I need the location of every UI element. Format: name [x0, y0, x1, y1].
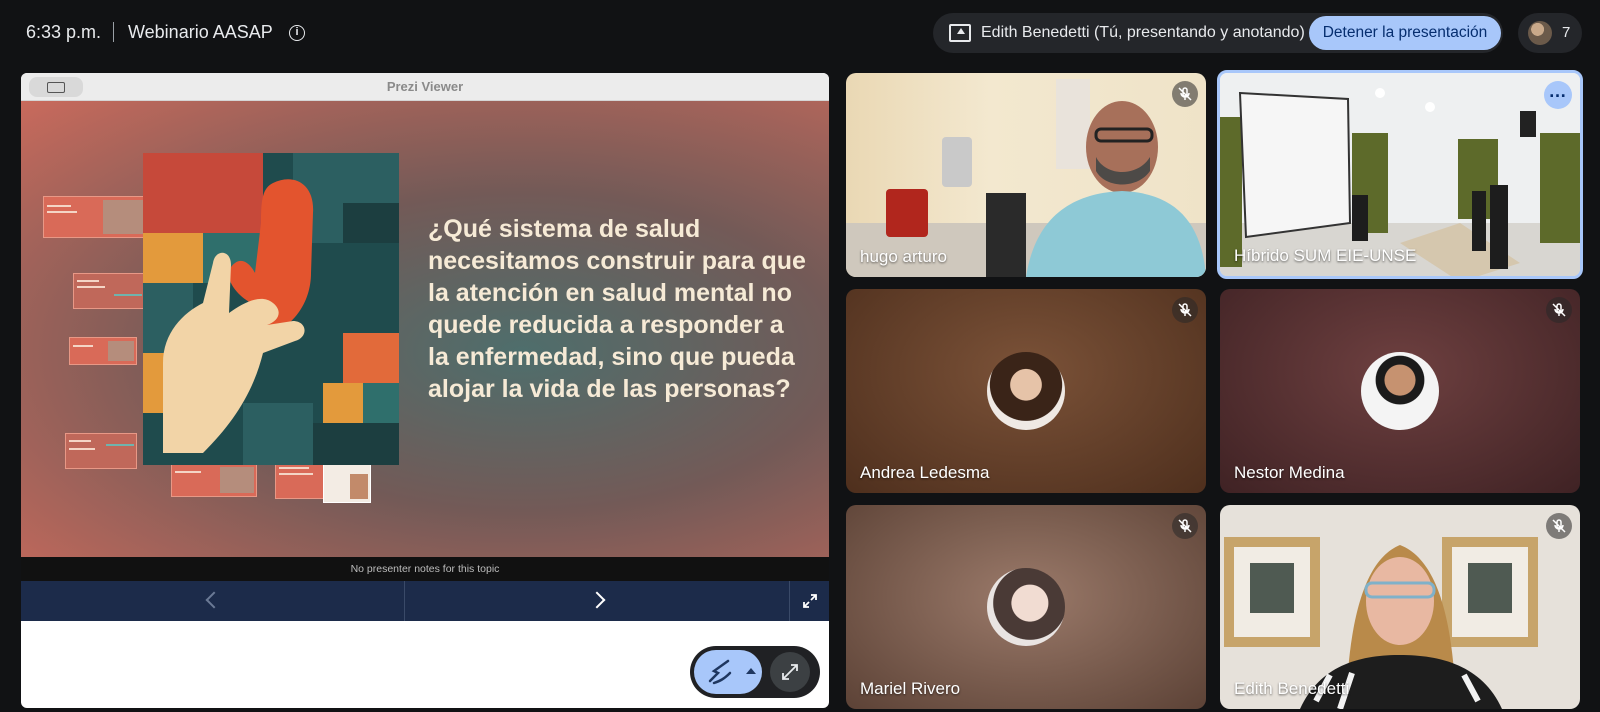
topic-thumbnail[interactable]: [171, 463, 257, 497]
present-screen-icon: [949, 24, 971, 42]
meeting-title: Webinario AASAP: [128, 22, 273, 42]
chevron-right-icon: [588, 591, 606, 609]
prezi-navigation-bar: [21, 581, 829, 621]
topic-thumbnail[interactable]: [43, 196, 147, 238]
mic-muted-indicator: [1546, 513, 1572, 539]
annotation-toolbar: [690, 646, 820, 698]
participant-tile[interactable]: Edith Benedetti: [1220, 505, 1580, 709]
stop-presenting-button[interactable]: Detener la presentación: [1309, 16, 1501, 50]
previous-slide-button[interactable]: [21, 581, 405, 621]
divider: [113, 22, 114, 42]
participant-name: Mariel Rivero: [860, 679, 961, 698]
participant-tile[interactable]: … Híbrido SUM EIE-UNSE: [1217, 70, 1583, 279]
mic-off-icon: [1178, 303, 1192, 317]
expand-arrows-icon: [782, 664, 798, 680]
participant-name: Nestor Medina: [1234, 463, 1345, 482]
pen-icon: [708, 659, 732, 685]
prezi-title-bar: Prezi Viewer: [21, 73, 829, 101]
participant-name: Edith Benedetti: [1234, 679, 1350, 698]
mic-off-icon: [1552, 303, 1566, 317]
annotation-pen-button[interactable]: [694, 650, 762, 694]
mic-off-icon: [1178, 87, 1192, 101]
info-icon[interactable]: i: [289, 25, 305, 41]
participant-name: hugo arturo: [860, 247, 947, 266]
participant-avatar: [987, 352, 1065, 430]
more-options-button[interactable]: …: [1544, 81, 1572, 109]
prezi-window-title: Prezi Viewer: [386, 79, 464, 94]
participant-count: 7: [1562, 24, 1571, 41]
next-slide-button[interactable]: [406, 581, 790, 621]
participant-name: Híbrido SUM EIE-UNSE: [1234, 246, 1417, 265]
chevron-left-icon: [205, 591, 223, 609]
mic-muted-indicator: [1172, 297, 1198, 323]
participant-name: Andrea Ledesma: [860, 463, 990, 482]
participant-tile[interactable]: Nestor Medina: [1220, 289, 1580, 493]
mic-muted-indicator: [1172, 513, 1198, 539]
presentation-slide: ¿Qué sistema de salud necesitamos constr…: [21, 101, 829, 557]
caret-up-icon: [746, 668, 756, 674]
slide-question-text: ¿Qué sistema de salud necesitamos constr…: [428, 215, 806, 403]
mic-muted-indicator: [1546, 297, 1572, 323]
participant-tile[interactable]: Andrea Ledesma: [846, 289, 1206, 493]
participant-avatar: [1361, 352, 1439, 430]
expand-annotation-button[interactable]: [770, 652, 810, 692]
topic-thumbnail[interactable]: [73, 273, 147, 309]
expand-icon: [803, 594, 817, 608]
meeting-top-bar: 6:33 p.m. Webinario AASAP i Edith Benede…: [0, 0, 1600, 66]
presenter-notes: No presenter notes for this topic: [21, 557, 829, 581]
participants-avatar: [1528, 21, 1552, 45]
presenting-status-bar: Edith Benedetti (Tú, presentando y anota…: [933, 13, 1503, 53]
topic-thumbnail[interactable]: [275, 459, 325, 499]
topic-thumbnail[interactable]: [65, 433, 137, 469]
meeting-clock: 6:33 p.m.: [26, 22, 102, 42]
participant-tile[interactable]: hugo arturo: [846, 73, 1206, 277]
topic-thumbnail[interactable]: [69, 337, 137, 365]
mic-off-icon: [1552, 519, 1566, 533]
participants-button[interactable]: 7: [1518, 13, 1582, 53]
hands-artwork: [143, 153, 399, 465]
presenting-status-text: Edith Benedetti (Tú, presentando y anota…: [981, 24, 1305, 41]
mic-muted-indicator: [1172, 81, 1198, 107]
presentation-window: Prezi Viewer ¿Qué sistema de salud neces…: [21, 73, 829, 708]
participant-avatar: [987, 568, 1065, 646]
participant-tile[interactable]: Mariel Rivero: [846, 505, 1206, 709]
fullscreen-button[interactable]: [791, 581, 829, 621]
mic-off-icon: [1178, 519, 1192, 533]
